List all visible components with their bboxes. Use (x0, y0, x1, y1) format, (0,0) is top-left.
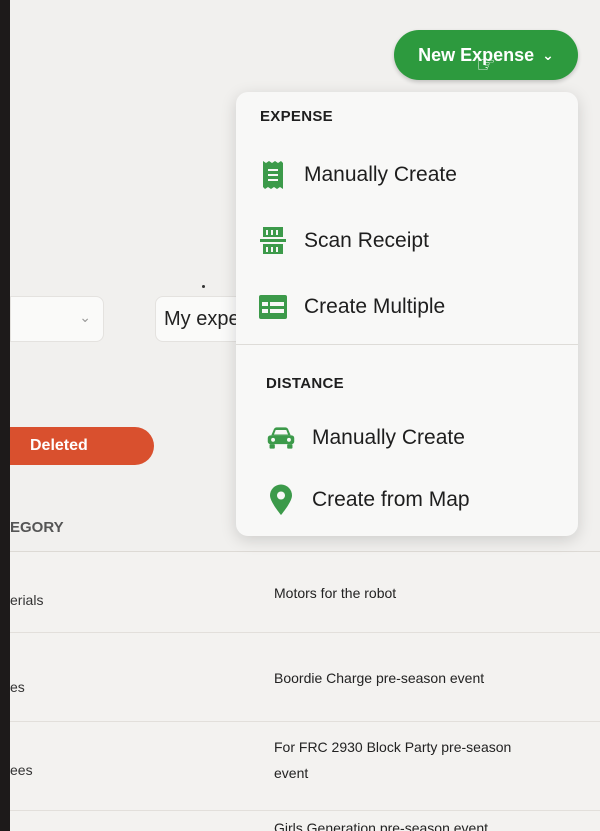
deleted-filter-pill[interactable]: Deleted (10, 427, 154, 465)
new-expense-dropdown-menu: EXPENSE Manually Create Scan Receipt Cre… (236, 92, 578, 536)
row-description: Boordie Charge pre-season event (274, 670, 485, 686)
screen: New Expense ⌄ ☞ ⌄ My expe Deleted EGORY … (10, 0, 600, 831)
row-category: erials (10, 592, 44, 608)
menu-item-manually-create-distance[interactable]: Manually Create (266, 423, 465, 453)
row-description: For FRC 2930 Block Party pre-season even… (274, 739, 512, 781)
scan-receipt-icon (258, 226, 288, 256)
filter-select[interactable]: ⌄ (10, 296, 104, 342)
row-category: es (10, 679, 25, 695)
menu-item-create-multiple[interactable]: Create Multiple (258, 292, 445, 322)
car-icon (266, 423, 296, 453)
table-row[interactable]: erials Motors for the robot (10, 552, 600, 633)
menu-item-label: Manually Create (312, 426, 465, 449)
map-pin-icon (266, 484, 296, 515)
table-row[interactable]: es Boordie Charge pre-season event (10, 633, 600, 722)
hand-pointer-icon: ☞ (476, 52, 496, 77)
menu-item-label: Scan Receipt (304, 229, 429, 252)
menu-divider (236, 344, 578, 345)
menu-item-label: Create Multiple (304, 295, 446, 318)
menu-item-create-from-map[interactable]: Create from Map (266, 484, 470, 515)
menu-item-label: Manually Create (304, 163, 457, 186)
row-category: ees (10, 762, 33, 778)
receipt-icon (258, 160, 288, 190)
dot (202, 285, 205, 288)
expense-section-title: EXPENSE (260, 108, 333, 125)
category-column-header: EGORY (10, 519, 64, 536)
row-description: Girls Generation pre-season event (274, 820, 488, 831)
distance-section-title: DISTANCE (266, 375, 344, 392)
table-row[interactable]: ees For FRC 2930 Block Party pre-season … (10, 722, 600, 811)
table-icon (258, 292, 288, 322)
chevron-down-icon: ⌄ (542, 46, 554, 63)
menu-item-label: Create from Map (312, 488, 470, 511)
menu-item-manually-create-expense[interactable]: Manually Create (258, 160, 457, 190)
table-row[interactable]: Girls Generation pre-season event (10, 811, 600, 831)
chevron-down-icon: ⌄ (79, 309, 91, 325)
menu-item-scan-receipt[interactable]: Scan Receipt (258, 226, 429, 256)
row-description: Motors for the robot (274, 585, 397, 601)
